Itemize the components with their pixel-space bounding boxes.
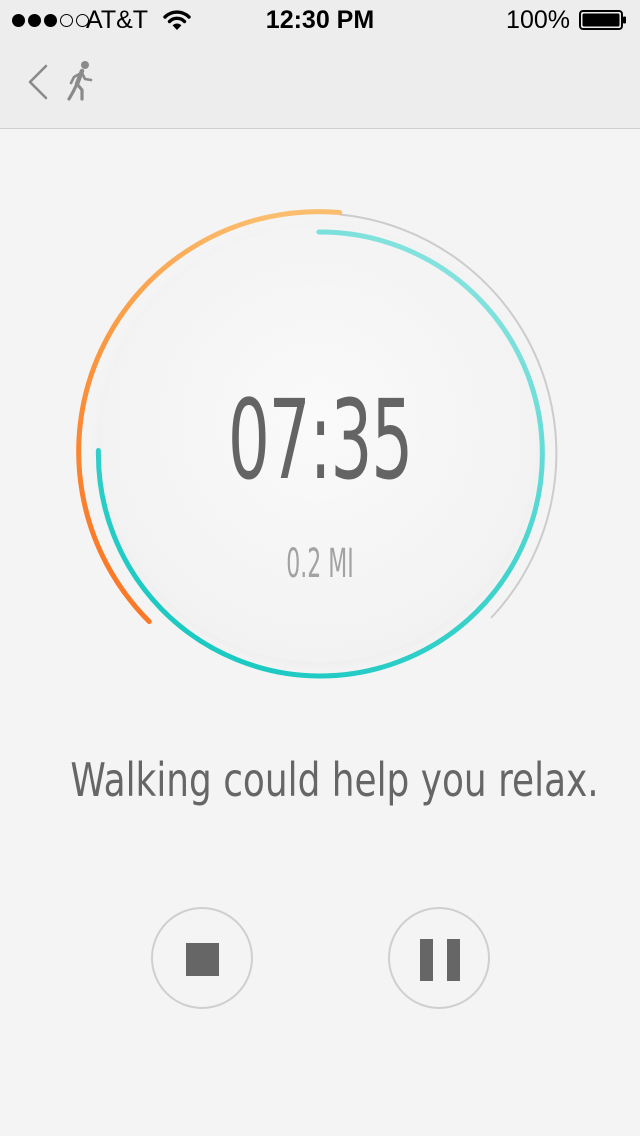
status-bar: AT&T 12:30 PM 100% xyxy=(0,0,640,40)
chevron-left-icon xyxy=(28,64,48,100)
pause-icon xyxy=(420,939,460,981)
stop-button[interactable] xyxy=(151,907,253,1009)
elapsed-time: 07:35 xyxy=(227,376,413,504)
distance-readout: 0.2 MI xyxy=(286,541,354,587)
navigation-bar xyxy=(0,40,640,129)
back-button[interactable] xyxy=(22,60,58,104)
motivation-message: Walking could help you relax. xyxy=(70,753,599,807)
walking-person-icon xyxy=(67,61,93,101)
battery-icon xyxy=(579,10,626,30)
stop-icon xyxy=(186,943,219,976)
battery-percentage: 100% xyxy=(506,6,570,34)
pause-button[interactable] xyxy=(388,907,490,1009)
